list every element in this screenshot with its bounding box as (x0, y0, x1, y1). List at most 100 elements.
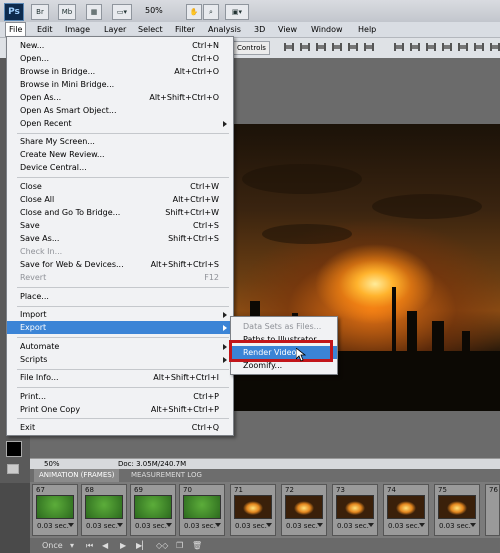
animation-frame[interactable]: 67 0.03 sec. (32, 484, 78, 536)
menu-select[interactable]: Select (135, 22, 166, 37)
frame-duration[interactable]: 0.03 sec. (337, 522, 369, 530)
distribute-center-icon[interactable] (409, 41, 421, 53)
chevron-down-icon[interactable] (419, 523, 425, 527)
frame-duration[interactable]: 0.03 sec. (388, 522, 420, 530)
quick-mask-icon[interactable] (7, 464, 19, 474)
chevron-down-icon[interactable] (166, 523, 172, 527)
menu-item-save-as[interactable]: Save As... Shift+Ctrl+S (7, 232, 233, 245)
menu-item-new[interactable]: New... Ctrl+N (7, 39, 233, 52)
menu-item-close-all[interactable]: Close All Alt+Ctrl+W (7, 193, 233, 206)
animation-frame[interactable]: 70 0.03 sec. (179, 484, 225, 536)
menu-item-scripts[interactable]: Scripts (7, 353, 233, 366)
animation-frame[interactable]: 68 0.03 sec. (81, 484, 127, 536)
menu-item-print-one-copy[interactable]: Print One Copy Alt+Shift+Ctrl+P (7, 403, 233, 416)
arrange-documents-button[interactable]: ▭▾ (112, 4, 132, 20)
menu-item-open[interactable]: Open... Ctrl+O (7, 52, 233, 65)
menu-item-save[interactable]: Save Ctrl+S (7, 219, 233, 232)
align-right-icon[interactable] (363, 41, 375, 53)
distribute-horizontal-icon[interactable] (457, 41, 469, 53)
menu-item-open-as[interactable]: Open As... Alt+Shift+Ctrl+O (7, 91, 233, 104)
zoom-tool-icon[interactable]: ⌕ (203, 4, 219, 20)
screen-mode-button[interactable]: ▣▾ (225, 4, 249, 20)
animation-frame[interactable]: 71 0.03 sec. (230, 484, 276, 536)
align-horizontal-center-icon[interactable] (347, 41, 359, 53)
menu-item-browse-in-bridge[interactable]: Browse in Bridge... Alt+Ctrl+O (7, 65, 233, 78)
align-vertical-center-icon[interactable] (299, 41, 311, 53)
frame-duration[interactable]: 0.03 sec. (37, 522, 69, 530)
delete-frame-icon[interactable]: 🗑 (192, 540, 202, 551)
frame-duration[interactable]: 0.03 sec. (235, 522, 267, 530)
menu-item-close[interactable]: Close Ctrl+W (7, 180, 233, 193)
loop-options-select[interactable]: Once (42, 540, 63, 551)
menu-filter[interactable]: Filter (172, 22, 198, 37)
menu-item-browse-in-mini-bridge[interactable]: Browse in Mini Bridge... (7, 78, 233, 91)
distribute-bottom-icon[interactable] (425, 41, 437, 53)
animation-frame[interactable]: 73 0.03 sec. (332, 484, 378, 536)
animation-frame[interactable]: 75 0.03 sec. (434, 484, 480, 536)
chevron-down-icon[interactable] (117, 523, 123, 527)
menu-3d[interactable]: 3D (251, 22, 268, 37)
tab-measurement-log[interactable]: MEASUREMENT LOG (126, 469, 207, 482)
menu-window[interactable]: Window (308, 22, 346, 37)
launch-mini-bridge-button[interactable]: Mb (58, 4, 76, 20)
previous-frame-icon[interactable]: ◀ (102, 540, 108, 551)
animation-frame[interactable]: 74 0.03 sec. (383, 484, 429, 536)
menu-edit[interactable]: Edit (34, 22, 56, 37)
frame-duration[interactable]: 0.03 sec. (439, 522, 471, 530)
distribute-left-icon[interactable] (441, 41, 453, 53)
menu-separator (17, 337, 229, 338)
menu-item-save-for-web[interactable]: Save for Web & Devices... Alt+Shift+Ctrl+… (7, 258, 233, 271)
menu-item-import[interactable]: Import (7, 308, 233, 321)
menu-item-export[interactable]: Export (7, 321, 233, 334)
animation-frame[interactable]: 76 (485, 484, 500, 536)
align-bottom-icon[interactable] (315, 41, 327, 53)
distribute-top-icon[interactable] (393, 41, 405, 53)
duplicate-frame-icon[interactable]: ❐ (176, 540, 183, 551)
menu-item-open-as-smart-object[interactable]: Open As Smart Object... (7, 104, 233, 117)
view-extras-button[interactable]: ▦ (86, 4, 102, 20)
menu-item-exit[interactable]: Exit Ctrl+Q (7, 421, 233, 434)
hand-tool-icon[interactable]: ✋ (186, 4, 202, 20)
foreground-color-swatch[interactable] (6, 441, 22, 457)
chevron-down-icon[interactable] (470, 523, 476, 527)
menu-item-share-my-screen[interactable]: Share My Screen... (7, 135, 233, 148)
menu-image[interactable]: Image (62, 22, 93, 37)
chevron-down-icon[interactable] (215, 523, 221, 527)
show-transform-controls-checkbox[interactable]: Controls (233, 41, 270, 55)
tween-icon[interactable]: ◇◇ (156, 540, 168, 551)
next-frame-icon[interactable]: ▶▏ (136, 540, 148, 551)
menu-item-file-info[interactable]: File Info... Alt+Shift+Ctrl+I (7, 371, 233, 384)
frame-duration[interactable]: 0.03 sec. (286, 522, 318, 530)
chevron-down-icon[interactable] (317, 523, 323, 527)
align-left-icon[interactable] (331, 41, 343, 53)
menu-view[interactable]: View (275, 22, 300, 37)
menu-item-open-recent[interactable]: Open Recent (7, 117, 233, 130)
chevron-down-icon[interactable]: ▾ (70, 540, 74, 551)
first-frame-icon[interactable]: ⏮ (86, 540, 93, 551)
menu-layer[interactable]: Layer (101, 22, 129, 37)
animation-frame[interactable]: 72 0.03 sec. (281, 484, 327, 536)
zoom-level-readout[interactable]: 50% (145, 4, 163, 18)
menu-analysis[interactable]: Analysis (205, 22, 244, 37)
align-top-icon[interactable] (283, 41, 295, 53)
menu-item-place[interactable]: Place... (7, 290, 233, 303)
chevron-down-icon[interactable] (266, 523, 272, 527)
menu-file[interactable]: File (5, 22, 27, 37)
chevron-down-icon[interactable] (68, 523, 74, 527)
menu-item-create-new-review[interactable]: Create New Review... (7, 148, 233, 161)
tab-animation-frames[interactable]: ANIMATION (FRAMES) (34, 469, 120, 482)
menu-item-print[interactable]: Print... Ctrl+P (7, 390, 233, 403)
menu-item-automate[interactable]: Automate (7, 340, 233, 353)
play-icon[interactable]: ▶ (120, 540, 126, 551)
chevron-down-icon[interactable] (368, 523, 374, 527)
auto-align-icon[interactable] (489, 41, 500, 53)
frame-duration[interactable]: 0.03 sec. (86, 522, 118, 530)
animation-frame[interactable]: 69 0.03 sec. (130, 484, 176, 536)
menu-help[interactable]: Help (355, 22, 379, 37)
menu-item-device-central[interactable]: Device Central... (7, 161, 233, 174)
distribute-right-icon[interactable] (473, 41, 485, 53)
frame-duration[interactable]: 0.03 sec. (184, 522, 216, 530)
menu-item-close-and-go-to-bridge[interactable]: Close and Go To Bridge... Shift+Ctrl+W (7, 206, 233, 219)
launch-bridge-button[interactable]: Br (31, 4, 49, 20)
frame-duration[interactable]: 0.03 sec. (135, 522, 167, 530)
